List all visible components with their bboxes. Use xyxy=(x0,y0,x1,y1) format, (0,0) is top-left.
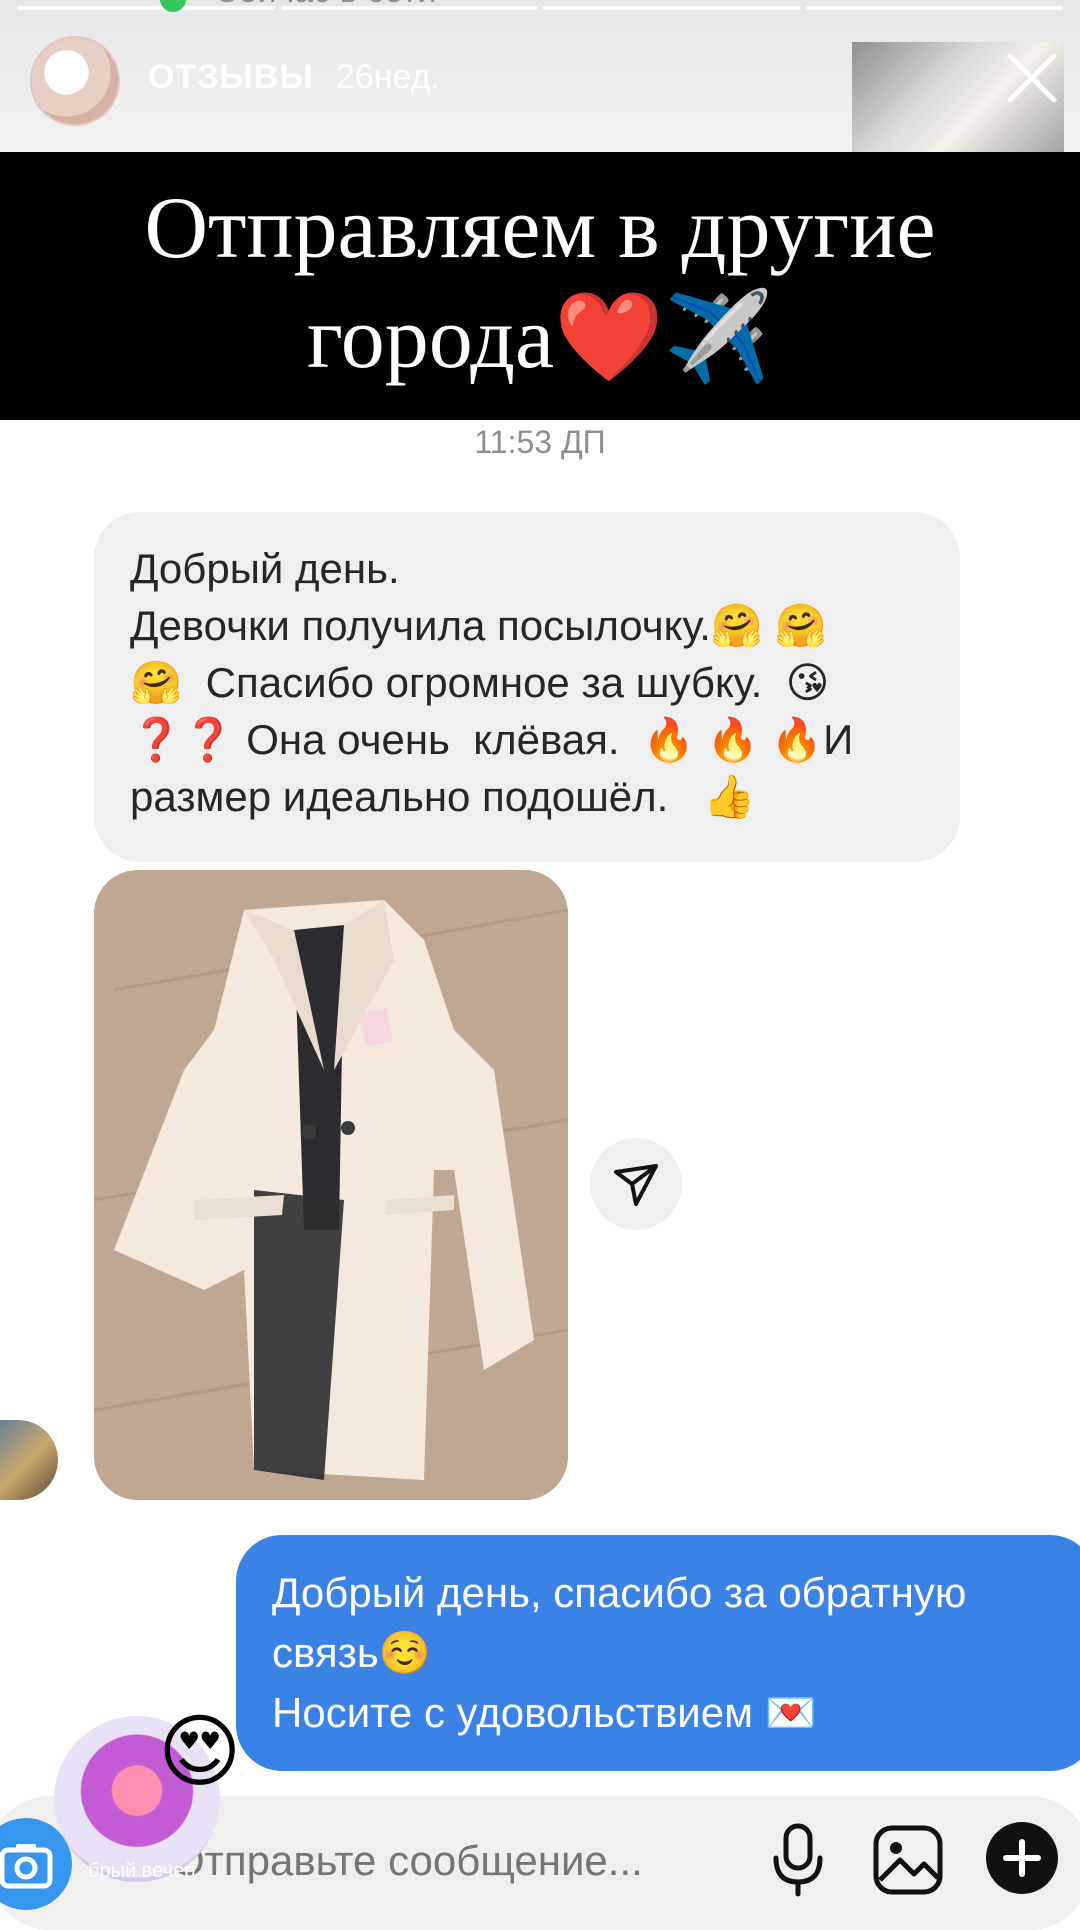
outgoing-message-text: Добрый день, спасибо за обратную связь☺️… xyxy=(272,1569,967,1736)
mic-icon xyxy=(773,1823,823,1897)
story-account-name[interactable]: ОТЗЫВЫ xyxy=(148,58,314,97)
gallery-icon xyxy=(873,1825,943,1895)
message-timestamp: 11:53 ДП xyxy=(474,424,606,460)
add-button[interactable] xyxy=(986,1822,1058,1894)
story-avatar[interactable] xyxy=(30,36,120,126)
close-button[interactable] xyxy=(1004,50,1060,106)
coat-illustration xyxy=(94,870,568,1500)
plus-icon xyxy=(1003,1839,1041,1877)
coat-photo[interactable] xyxy=(94,870,568,1500)
story-time: 26нед. xyxy=(336,58,441,96)
story-banner: Отправляем в другие города❤️✈️ xyxy=(0,152,1080,420)
microphone-button[interactable] xyxy=(770,1822,826,1898)
gallery-button[interactable] xyxy=(872,1824,944,1896)
message-input[interactable] xyxy=(170,1832,674,1890)
reaction-avatar-caption: брый вечер xyxy=(88,1860,196,1882)
share-icon xyxy=(614,1164,658,1206)
incoming-message-text: Добрый день. Девочки получила посылочку.… xyxy=(130,545,854,820)
banner-line-1: Отправляем в другие xyxy=(144,180,936,277)
online-status-text: Сейчас в сети xyxy=(214,0,436,11)
sender-avatar[interactable] xyxy=(0,1420,58,1500)
banner-line-2: города❤️✈️ xyxy=(306,290,774,387)
share-button[interactable] xyxy=(590,1138,682,1230)
close-icon xyxy=(1007,53,1057,103)
reaction-emoji: 😍 xyxy=(158,1707,242,1796)
